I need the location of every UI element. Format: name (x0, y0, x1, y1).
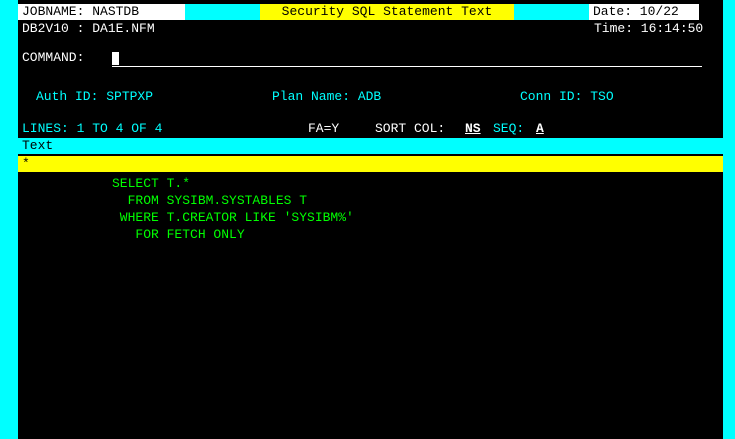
fa-indicator: FA=Y (308, 121, 340, 136)
subsystem-label: DB2V10 : DA1E.NFM (22, 21, 155, 36)
date-display: Date: 10/22 (589, 4, 699, 20)
seq-input[interactable]: A (536, 121, 544, 137)
command-label: COMMAND: (22, 50, 85, 65)
selected-row[interactable]: * (18, 156, 723, 172)
text-column-header: Text (18, 138, 723, 154)
command-underline (112, 66, 702, 67)
help-info: Help Information = PF1 (36, 420, 208, 435)
jobname-label: JOBNAME: NASTDB (18, 4, 185, 20)
panel-id: D-QA029A (268, 420, 331, 435)
conn-id: Conn ID: TSO (520, 89, 614, 104)
time-display: Time: 16:14:50 (594, 21, 704, 36)
seq-label: SEQ: (493, 121, 525, 136)
cursor (112, 52, 119, 65)
sort-col-input[interactable]: NS (465, 121, 481, 137)
sql-line-2: FROM SYSIBM.SYSTABLES T (112, 193, 308, 208)
job-name: NASTDB (384, 420, 431, 435)
header-fill-right (514, 4, 589, 20)
pf-key-assignments: PF Key Assignments = PA1 (497, 420, 685, 435)
sql-line-1: SELECT T.* (112, 176, 191, 191)
header-fill-left (185, 4, 260, 20)
sort-col-label: SORT COL: (375, 121, 446, 136)
auth-id: Auth ID: SPTPXP (36, 89, 154, 104)
terminal-screen: JOBNAME: NASTDB Security SQL Statement T… (18, 0, 723, 439)
sql-line-3: WHERE T.CREATOR LIKE 'SYSIBM%' (112, 210, 354, 225)
lines-count: LINES: 1 TO 4 OF 4 (22, 121, 163, 136)
screen-title: Security SQL Statement Text (260, 4, 514, 20)
sql-line-4: FOR FETCH ONLY (112, 227, 245, 242)
plan-name: Plan Name: ADB (272, 89, 382, 104)
